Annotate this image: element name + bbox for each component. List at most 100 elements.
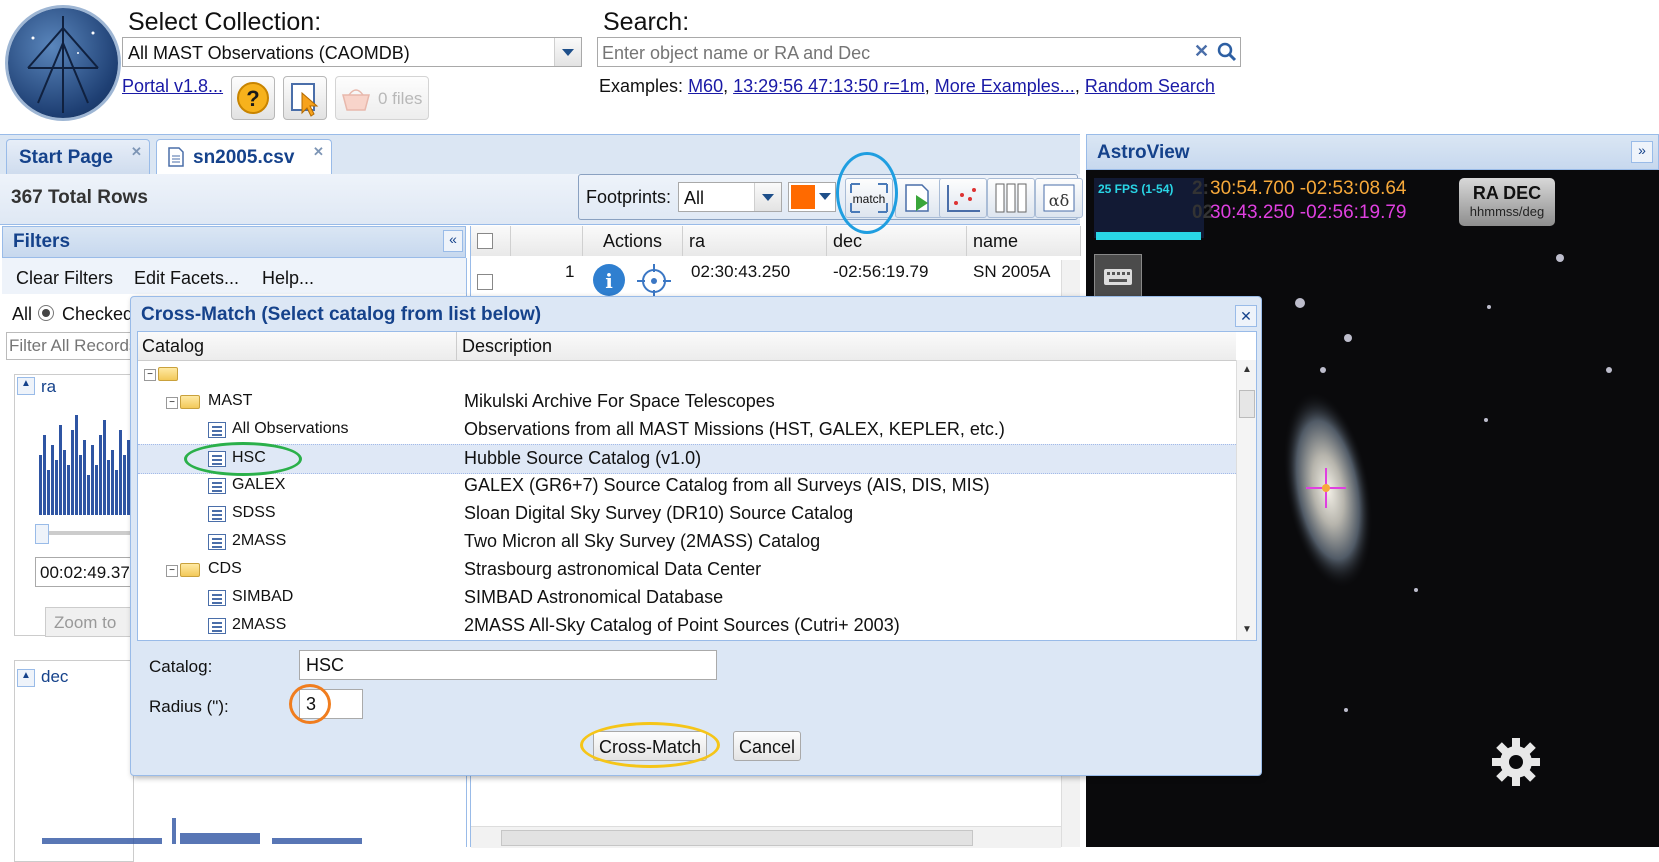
tree-root[interactable]: −: [138, 360, 1236, 388]
catalog-row-sdss[interactable]: SDSS Sloan Digital Sky Survey (DR10) Sou…: [138, 500, 1236, 528]
mast-logo[interactable]: [8, 8, 118, 118]
chevron-down-icon[interactable]: [554, 38, 581, 66]
folder-icon: [180, 563, 200, 577]
ra-histogram: [39, 415, 130, 515]
search-input[interactable]: [600, 40, 1192, 66]
hsc-highlight-annotation: [184, 442, 302, 476]
description-column-header[interactable]: Description: [462, 336, 552, 357]
catalog-row-2mass-cds[interactable]: 2MASS 2MASS All-Sky Catalog of Point Sou…: [138, 612, 1236, 640]
radec-title: RA DEC: [1472, 183, 1542, 203]
catalog-row-simbad[interactable]: SIMBAD SIMBAD Astronomical Database: [138, 584, 1236, 612]
zoom-to-button[interactable]: Zoom to: [45, 607, 143, 637]
export-icon: [905, 184, 929, 212]
slider-handle[interactable]: [35, 524, 49, 544]
ra-facet: ▲ ra 00:02:49.37 Zoom to: [14, 374, 143, 637]
cancel-button[interactable]: Cancel: [733, 731, 801, 761]
chevron-down-icon[interactable]: [754, 183, 781, 211]
radius-field-label: Radius ("):: [149, 697, 229, 716]
example-link-m60[interactable]: M60: [688, 76, 723, 96]
random-search-link[interactable]: Random Search: [1085, 76, 1215, 96]
filter-records-input[interactable]: [6, 332, 136, 360]
keyboard-button[interactable]: [1094, 254, 1142, 300]
collapse-icon[interactable]: «: [443, 230, 463, 252]
col-ra-header[interactable]: ra: [683, 226, 827, 256]
ra-range-slider[interactable]: [35, 524, 135, 544]
chevron-down-icon: [819, 193, 831, 200]
catalog-field[interactable]: HSC: [299, 650, 717, 680]
col-actions-header[interactable]: Actions: [583, 226, 683, 256]
row-checkbox[interactable]: [477, 274, 493, 290]
close-tab-icon[interactable]: ✕: [131, 144, 142, 160]
collapse-facet-icon[interactable]: ▲: [17, 669, 35, 687]
tab-sn2005-csv[interactable]: sn2005.csv ✕: [156, 139, 332, 174]
gear-icon[interactable]: [1490, 736, 1542, 788]
ra-min-field[interactable]: 00:02:49.37: [35, 557, 137, 587]
catalog-row-2mass[interactable]: 2MASS Two Micron all Sky Survey (2MASS) …: [138, 528, 1236, 556]
cursor-select-icon: [291, 83, 319, 117]
catalog-row-all-observations[interactable]: All Observations Observations from all M…: [138, 416, 1236, 444]
collapse-icon[interactable]: −: [166, 397, 178, 409]
more-examples-link[interactable]: More Examples...: [935, 76, 1075, 96]
crosshair-icon[interactable]: [637, 264, 671, 298]
filters-help-button[interactable]: Help...: [262, 268, 314, 289]
tab-label: Start Page: [19, 147, 113, 168]
collapse-icon[interactable]: −: [166, 565, 178, 577]
edit-facets-button[interactable]: Edit Facets...: [134, 268, 239, 289]
select-records-button[interactable]: [283, 76, 327, 120]
catalog-column-header[interactable]: Catalog: [142, 336, 204, 357]
footprints-select[interactable]: All: [678, 182, 782, 212]
grid-hscrollbar[interactable]: [471, 826, 1061, 848]
catalog-description: Two Micron all Sky Survey (2MASS) Catalo…: [464, 531, 821, 551]
expand-icon[interactable]: »: [1631, 141, 1653, 163]
scroll-thumb[interactable]: [501, 830, 973, 846]
col-dec-header[interactable]: dec: [827, 226, 967, 256]
scroll-down-icon[interactable]: ▼: [1242, 624, 1252, 635]
scroll-thumb[interactable]: [1239, 390, 1255, 418]
tab-label: sn2005.csv: [193, 147, 295, 168]
close-tab-icon[interactable]: ✕: [313, 144, 324, 160]
catalog-row-galex[interactable]: GALEX GALEX (GR6+7) Source Catalog from …: [138, 472, 1236, 500]
radio-checked-label[interactable]: Checked: [62, 304, 133, 325]
target-coords: 30:43.250 -02:56:19.79: [1210, 202, 1407, 223]
scroll-up-icon[interactable]: ▲: [1242, 364, 1252, 375]
catalog-scrollbar[interactable]: ▲ ▼: [1236, 360, 1256, 640]
catalog-name: 2MASS: [232, 532, 287, 549]
info-icon[interactable]: i: [591, 262, 627, 298]
select-all-checkbox[interactable]: [477, 233, 493, 249]
fps-readout: 25 FPS (1-54): [1098, 182, 1174, 196]
alpha-delta-icon: αδ: [1043, 184, 1075, 212]
collapse-facet-icon[interactable]: ▲: [17, 377, 35, 395]
export-button[interactable]: [895, 178, 943, 218]
catalog-description: Hubble Source Catalog (v1.0): [464, 448, 702, 468]
color-swatch: [791, 185, 815, 209]
catalog-icon: [208, 422, 226, 438]
scatter-plot-button[interactable]: [939, 178, 987, 218]
coordinate-format-button[interactable]: RA DEC hhmmss/deg: [1459, 178, 1555, 226]
table-row[interactable]: 1 i 02:30:43.250 -02:56:19.79 SN 2005A: [471, 256, 1071, 298]
tree-folder-cds[interactable]: − CDS Strasbourg astronomical Data Cente…: [138, 556, 1236, 584]
cursor-coords: 30:54.700 -02:53:08.64: [1210, 178, 1407, 199]
help-button[interactable]: ?: [231, 76, 275, 120]
filters-title: Filters: [13, 231, 71, 252]
portal-version-link[interactable]: Portal v1.8...: [122, 76, 223, 97]
search-icon[interactable]: [1216, 41, 1238, 63]
radio-all[interactable]: [38, 305, 54, 321]
footprint-color-picker[interactable]: [788, 182, 836, 212]
svg-text:?: ?: [246, 86, 259, 111]
total-rows-count: 367 Total Rows: [11, 187, 148, 208]
facet-title-dec: dec: [41, 667, 69, 686]
clear-search-icon[interactable]: ✕: [1194, 41, 1209, 62]
astroview-header: AstroView »: [1086, 134, 1659, 170]
col-name-header[interactable]: name: [967, 226, 1081, 256]
tree-folder-mast[interactable]: − MAST Mikulski Archive For Space Telesc…: [138, 388, 1236, 416]
tab-start-page[interactable]: Start Page ✕: [6, 139, 150, 174]
columns-button[interactable]: [987, 178, 1035, 218]
download-basket-button[interactable]: 0 files: [335, 76, 429, 120]
catalog-row-hsc[interactable]: HSC Hubble Source Catalog (v1.0): [138, 444, 1236, 474]
example-link-coords[interactable]: 13:29:56 47:13:50 r=1m: [733, 76, 925, 96]
close-icon[interactable]: ✕: [1235, 305, 1257, 327]
collection-select[interactable]: All MAST Observations (CAOMDB): [122, 37, 582, 67]
column-calculator-button[interactable]: αδ: [1035, 178, 1083, 218]
clear-filters-button[interactable]: Clear Filters: [16, 268, 113, 289]
collapse-icon[interactable]: −: [144, 369, 156, 381]
